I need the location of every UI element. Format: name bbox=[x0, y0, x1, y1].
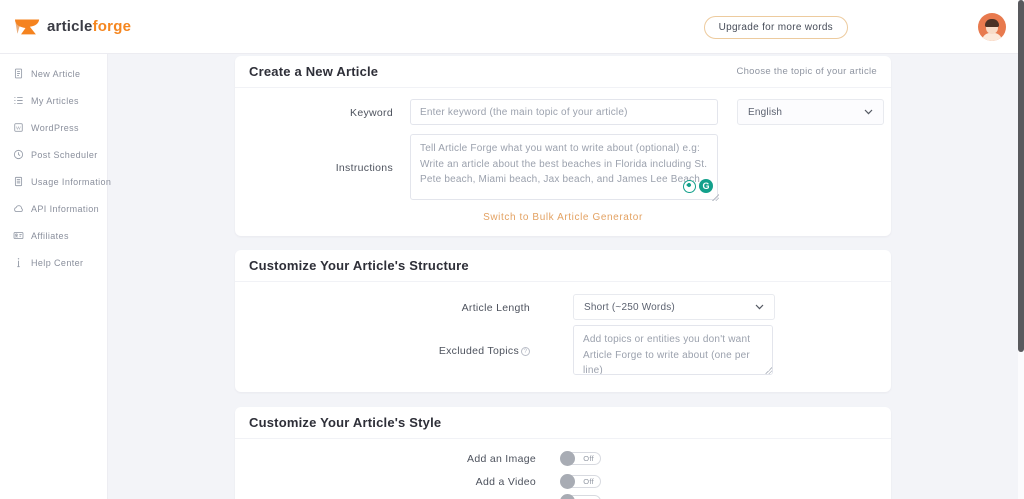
my-articles-icon bbox=[14, 96, 23, 105]
instructions-label: Instructions bbox=[335, 162, 393, 174]
excluded-topics-label-text: Excluded Topics bbox=[438, 345, 519, 357]
articleforge-logo[interactable]: articleforge bbox=[13, 13, 131, 39]
sidebar-item-post-scheduler[interactable]: Post Scheduler bbox=[0, 141, 107, 168]
excluded-topics-label: Excluded Topics? bbox=[235, 345, 530, 357]
wordpress-icon: W bbox=[14, 123, 23, 132]
sidebar-item-label: Usage Information bbox=[31, 176, 112, 187]
toggle-state-label: Off bbox=[583, 477, 594, 486]
add-image-label: Add an Image bbox=[467, 453, 536, 465]
svg-text:W: W bbox=[16, 125, 21, 131]
textarea-resize-handle[interactable] bbox=[765, 367, 772, 374]
article-length-select[interactable]: Short (~250 Words) bbox=[573, 294, 775, 320]
page-scrollbar-thumb[interactable] bbox=[1018, 0, 1024, 352]
structure-card-title: Customize Your Article's Structure bbox=[249, 258, 469, 273]
toggle-state-label: Off bbox=[583, 454, 594, 463]
language-select-value: English bbox=[748, 106, 783, 118]
style-card-title: Customize Your Article's Style bbox=[249, 415, 442, 430]
anvil-logo-icon bbox=[15, 19, 40, 35]
affiliates-icon bbox=[13, 231, 24, 240]
sidebar-item-label: Affiliates bbox=[31, 230, 69, 241]
chevron-down-icon bbox=[755, 304, 764, 310]
top-header-bar: articleforge Upgrade for more words bbox=[0, 0, 1024, 54]
create-card-header: Create a New Article Choose the topic of… bbox=[235, 56, 891, 88]
style-card: Customize Your Article's Style Add an Im… bbox=[235, 407, 891, 499]
excluded-topics-help-icon[interactable]: ? bbox=[521, 347, 530, 356]
sidebar-item-usage-information[interactable]: Usage Information bbox=[0, 168, 111, 195]
language-select[interactable]: English bbox=[737, 99, 884, 125]
page-scrollbar-track[interactable] bbox=[1018, 0, 1024, 499]
avatar-hair bbox=[985, 19, 999, 27]
style-card-header: Customize Your Article's Style bbox=[235, 407, 891, 439]
toggle-knob bbox=[560, 451, 575, 466]
sidebar-item-wordpress[interactable]: W WordPress bbox=[0, 114, 107, 141]
sidebar-nav: New Article My Articles W WordPress Post… bbox=[0, 54, 111, 499]
chevron-down-icon bbox=[864, 109, 873, 115]
keyword-input[interactable] bbox=[410, 99, 718, 125]
sidebar-item-label: My Articles bbox=[31, 95, 79, 106]
new-article-icon bbox=[14, 68, 23, 79]
structure-card-header: Customize Your Article's Structure bbox=[235, 250, 891, 282]
logo-wordmark: articleforge bbox=[47, 17, 132, 35]
instructions-textarea[interactable] bbox=[410, 134, 718, 200]
keyword-label: Keyword bbox=[350, 107, 393, 119]
sidebar-item-help-center[interactable]: Help Center bbox=[0, 249, 107, 276]
switch-bulk-generator-link[interactable]: Switch to Bulk Article Generator bbox=[235, 212, 891, 223]
sidebar-item-api-information[interactable]: API Information bbox=[0, 195, 107, 222]
create-article-card: Create a New Article Choose the topic of… bbox=[235, 56, 891, 236]
add-image-toggle[interactable]: Off bbox=[560, 451, 601, 466]
add-video-toggle[interactable]: Off bbox=[560, 474, 601, 489]
sidebar-item-label: WordPress bbox=[31, 122, 79, 133]
sidebar-item-new-article[interactable]: New Article bbox=[0, 60, 107, 87]
sidebar-item-my-articles[interactable]: My Articles bbox=[0, 87, 107, 114]
sidebar-item-affiliates[interactable]: Affiliates bbox=[0, 222, 107, 249]
usage-information-icon bbox=[14, 176, 23, 187]
toggle-knob bbox=[560, 474, 575, 489]
upgrade-button[interactable]: Upgrade for more words bbox=[703, 16, 848, 39]
create-card-subtitle: Choose the topic of your article bbox=[736, 66, 877, 77]
grammarly-widget[interactable]: G bbox=[683, 179, 713, 193]
sidebar-item-label: Help Center bbox=[31, 257, 84, 268]
structure-card: Customize Your Article's Structure Artic… bbox=[235, 250, 891, 392]
post-scheduler-icon bbox=[13, 149, 24, 160]
api-information-icon bbox=[14, 205, 23, 213]
avatar-body bbox=[982, 33, 1002, 41]
sidebar-item-label: New Article bbox=[31, 68, 81, 79]
excluded-topics-textarea[interactable] bbox=[573, 325, 773, 375]
partial-toggle-clipped[interactable] bbox=[560, 494, 601, 499]
suggestion-bulb-icon[interactable] bbox=[683, 179, 696, 193]
sidebar-item-label: API Information bbox=[31, 203, 100, 214]
textarea-resize-handle[interactable] bbox=[712, 194, 719, 201]
sidebar-item-label: Post Scheduler bbox=[31, 149, 98, 160]
create-card-title: Create a New Article bbox=[249, 64, 379, 79]
user-avatar[interactable] bbox=[978, 13, 1006, 41]
help-center-icon bbox=[17, 258, 20, 268]
add-video-label: Add a Video bbox=[475, 476, 536, 488]
article-length-value: Short (~250 Words) bbox=[584, 301, 675, 313]
grammarly-g-icon[interactable]: G bbox=[699, 179, 713, 193]
article-length-label: Article Length bbox=[461, 302, 530, 314]
